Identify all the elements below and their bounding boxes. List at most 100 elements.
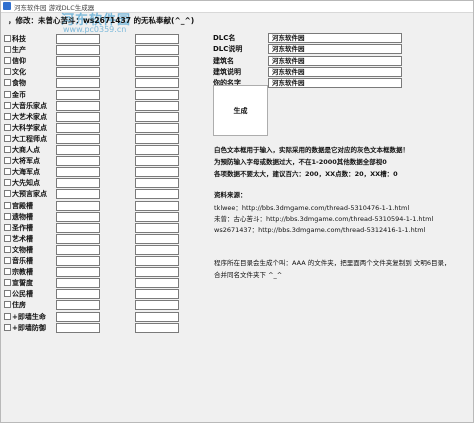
dlc-field-input[interactable]: 河东软件园 [268,66,402,77]
stat-value-field[interactable] [135,244,179,255]
watermark-url: www.pc0359.cn [63,25,127,34]
stat-input-field[interactable] [56,311,100,322]
stat-value-field[interactable] [135,311,179,322]
stat-label: 大商人点 [12,146,40,154]
stat-label: 宫殿槽 [12,201,33,210]
stat-checkbox[interactable] [4,134,11,142]
stat-checkbox[interactable] [4,79,11,87]
stat-value-field[interactable] [135,89,179,100]
stat-checkbox[interactable] [4,323,11,331]
stat-checkbox[interactable] [4,290,11,298]
stat-input-field[interactable] [56,267,100,278]
stat-value-field[interactable] [135,122,179,133]
stat-checkbox[interactable] [4,257,11,264]
stat-input-field[interactable] [56,244,100,255]
stat-value-field[interactable] [135,78,179,89]
stat-input-field[interactable] [56,211,100,222]
dlc-field-input[interactable]: 河东软件园 [268,44,402,55]
stat-input-field[interactable] [56,156,100,167]
note-line: 为預防输入字母或数据过大，不在1-2000其他数据全部视0 [214,158,387,166]
stat-value-field[interactable] [135,278,179,289]
stat-value-field[interactable] [135,200,179,211]
stat-row: 大工程师点 [3,133,203,145]
stat-input-field[interactable] [56,278,100,289]
stat-input-field[interactable] [56,289,100,300]
stat-input-field[interactable] [56,300,100,311]
stat-checkbox[interactable] [4,123,11,131]
stat-input-field[interactable] [56,122,100,133]
dlc-field-label: 建筑说明 [213,67,241,76]
stat-value-field[interactable] [135,100,179,111]
stat-input-field[interactable] [56,233,100,244]
stat-input-field[interactable] [56,200,100,211]
stat-label: 大艺术家点 [12,112,47,121]
stat-row: 宫殿槽 [3,200,203,212]
stat-checkbox[interactable] [4,35,11,42]
stat-checkbox[interactable] [4,223,11,231]
stat-input-field[interactable] [56,133,100,144]
stat-input-field[interactable] [56,67,100,78]
stat-value-field[interactable] [135,156,179,167]
stat-value-field[interactable] [135,189,179,200]
stat-label: 文化 [12,68,26,77]
stat-checkbox[interactable] [4,112,11,120]
stat-input-field[interactable] [56,167,100,178]
stat-value-field[interactable] [135,45,179,56]
stat-value-field[interactable] [135,67,179,78]
stat-input-field[interactable] [56,222,100,233]
stat-value-field[interactable] [135,300,179,311]
stat-checkbox[interactable] [4,312,11,320]
generate-button[interactable]: 生成 [213,85,268,136]
stat-input-field[interactable] [56,322,100,333]
stat-checkbox[interactable] [4,268,11,276]
stat-checkbox[interactable] [4,46,11,54]
stat-input-field[interactable] [56,56,100,67]
stat-input-field[interactable] [56,34,100,44]
dlc-field-input[interactable]: 河东软件园 [268,55,402,66]
stat-input-field[interactable] [56,256,100,266]
stat-checkbox[interactable] [4,101,11,109]
stat-value-field[interactable] [135,267,179,278]
stat-checkbox[interactable] [4,234,11,242]
stat-input-field[interactable] [56,78,100,89]
stat-value-field[interactable] [135,111,179,122]
stat-value-field[interactable] [135,256,179,266]
stat-checkbox[interactable] [4,90,11,98]
dlc-field-input[interactable]: 河东软件园 [268,33,402,43]
stat-value-field[interactable] [135,34,179,44]
stat-value-field[interactable] [135,145,179,155]
stat-checkbox[interactable] [4,245,11,253]
stat-value-field[interactable] [135,133,179,144]
stat-label: 文物槽 [12,245,33,254]
stat-input-field[interactable] [56,111,100,122]
stat-value-field[interactable] [135,233,179,244]
stat-input-field[interactable] [56,89,100,100]
stat-checkbox[interactable] [4,179,11,187]
stat-input-field[interactable] [56,189,100,200]
stat-input-field[interactable] [56,145,100,155]
stat-value-field[interactable] [135,222,179,233]
stat-row: 圣作槽 [3,222,203,234]
stat-input-field[interactable] [56,100,100,111]
stat-checkbox[interactable] [4,168,11,176]
stat-checkbox[interactable] [4,279,11,287]
stat-input-field[interactable] [56,45,100,56]
stat-value-field[interactable] [135,56,179,67]
stat-checkbox[interactable] [4,146,11,153]
stat-checkbox[interactable] [4,212,11,220]
stat-value-field[interactable] [135,211,179,222]
stat-checkbox[interactable] [4,57,11,65]
stat-checkbox[interactable] [4,157,11,165]
stat-input-field[interactable] [56,178,100,189]
stat-checkbox[interactable] [4,201,11,209]
stat-checkbox[interactable] [4,301,11,309]
stat-checkbox[interactable] [4,68,11,76]
stat-value-field[interactable] [135,178,179,189]
stat-value-field[interactable] [135,289,179,300]
stat-label: +即墙防御 [12,323,46,332]
stat-label: 金币 [12,90,26,99]
stat-value-field[interactable] [135,322,179,333]
dlc-field-input[interactable]: 河东软件园 [268,78,402,89]
stat-checkbox[interactable] [4,190,11,198]
stat-value-field[interactable] [135,167,179,178]
